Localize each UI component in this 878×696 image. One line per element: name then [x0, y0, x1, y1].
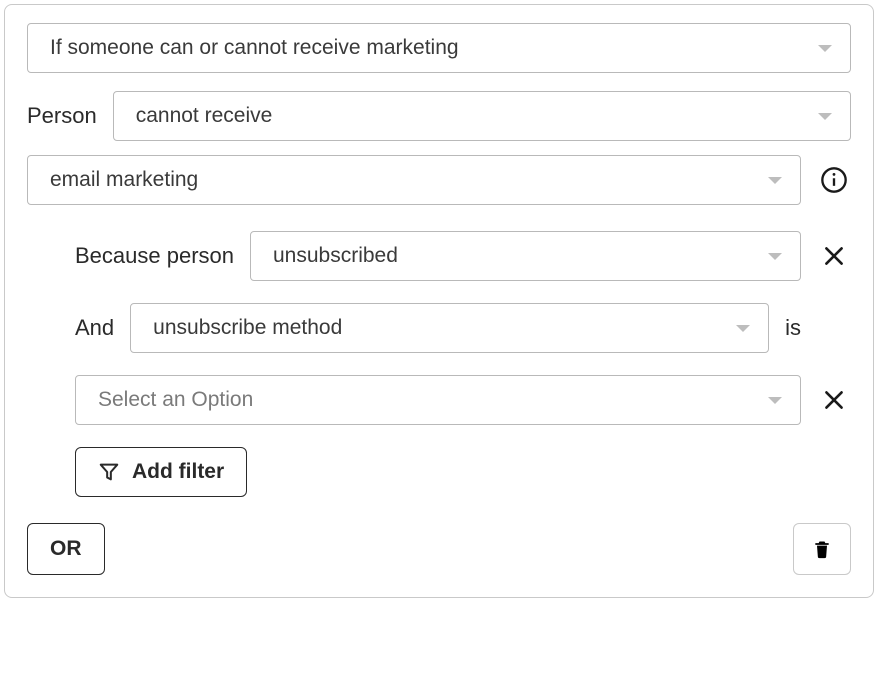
add-filter-button[interactable]: Add filter [75, 447, 247, 497]
or-button[interactable]: OR [27, 523, 105, 575]
method-select[interactable]: unsubscribe method [130, 303, 769, 353]
close-icon[interactable] [817, 383, 851, 417]
reason-value: unsubscribed [273, 244, 398, 268]
method-value: unsubscribe method [153, 316, 342, 340]
chevron-down-icon [736, 325, 750, 332]
option-placeholder: Select an Option [98, 388, 253, 412]
channel-select[interactable]: email marketing [27, 155, 801, 205]
and-label: And [75, 315, 114, 341]
filter-icon [98, 461, 120, 483]
close-icon[interactable] [817, 239, 851, 273]
nested-filters: Because person unsubscribed And unsubscr… [27, 231, 851, 497]
card-footer: OR [27, 523, 851, 575]
person-row: Person cannot receive [27, 91, 851, 141]
option-select[interactable]: Select an Option [75, 375, 801, 425]
option-row: Select an Option [75, 375, 851, 425]
chevron-down-icon [818, 113, 832, 120]
chevron-down-icon [768, 177, 782, 184]
and-row: And unsubscribe method is [75, 303, 851, 353]
because-row: Because person unsubscribed [75, 231, 851, 281]
receive-value: cannot receive [136, 104, 273, 128]
chevron-down-icon [768, 253, 782, 260]
receive-select[interactable]: cannot receive [113, 91, 851, 141]
chevron-down-icon [768, 397, 782, 404]
chevron-down-icon [818, 45, 832, 52]
filter-card: If someone can or cannot receive marketi… [4, 4, 874, 598]
or-label: OR [50, 537, 82, 561]
person-label: Person [27, 103, 97, 129]
trash-icon [812, 538, 832, 560]
add-filter-label: Add filter [132, 460, 224, 484]
delete-button[interactable] [793, 523, 851, 575]
add-filter-row: Add filter [75, 447, 851, 497]
condition-type-select[interactable]: If someone can or cannot receive marketi… [27, 23, 851, 73]
channel-value: email marketing [50, 168, 198, 192]
because-label: Because person [75, 243, 234, 269]
channel-row: email marketing [27, 155, 851, 205]
reason-select[interactable]: unsubscribed [250, 231, 801, 281]
condition-type-value: If someone can or cannot receive marketi… [50, 36, 459, 60]
info-icon[interactable] [817, 163, 851, 197]
is-label: is [785, 315, 801, 341]
